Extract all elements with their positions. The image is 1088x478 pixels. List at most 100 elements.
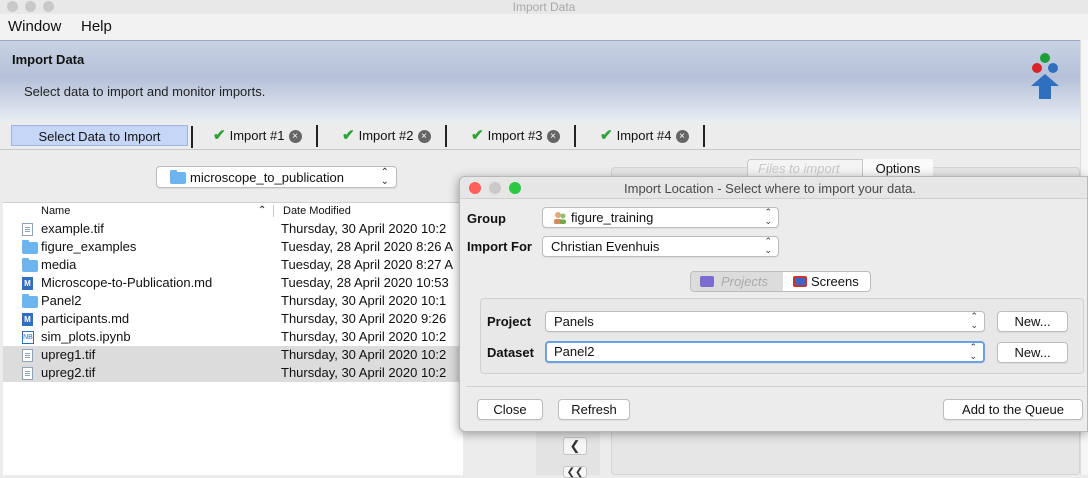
remove-from-queue-button[interactable]: ❮ (563, 437, 587, 455)
import-for-select-value: Christian Evenhuis (551, 239, 660, 254)
file-name: sim_plots.ipynb (41, 329, 131, 344)
file-icon (22, 223, 33, 236)
list-item[interactable]: upreg2.tif Thursday, 30 April 2020 10:2 (3, 364, 463, 382)
project-select[interactable]: Panels ⌃ ⌄ (545, 311, 985, 332)
list-item[interactable]: media Tuesday, 28 April 2020 8:27 A (3, 256, 463, 274)
import-location-dialog: Import Location - Select where to import… (459, 176, 1088, 432)
close-dialog-icon[interactable] (469, 182, 481, 194)
tab-label: Select Data to Import (38, 129, 161, 144)
minimize-window-icon[interactable] (25, 1, 36, 12)
remove-all-button[interactable]: ❮❮ (563, 466, 587, 478)
group-select[interactable]: figure_training ⌃ ⌄ (542, 207, 779, 228)
dialog-title: Import Location - Select where to import… (624, 181, 916, 196)
window-title-bar: Import Data (0, 0, 1088, 14)
import-for-label: Import For (467, 239, 532, 254)
chevron-updown-icon: ⌃ ⌄ (764, 236, 772, 255)
list-item[interactable]: M Microscope-to-Publication.md Tuesday, … (3, 274, 463, 292)
check-icon: ✔ (213, 127, 226, 144)
list-item[interactable]: figure_examples Tuesday, 28 April 2020 8… (3, 238, 463, 256)
folder-select-value: microscope_to_publication (190, 170, 344, 185)
file-date: Thursday, 30 April 2020 9:26 (281, 311, 447, 326)
sort-ascending-icon[interactable]: ⌃ (258, 203, 266, 219)
projects-folder-icon (700, 276, 714, 287)
list-item[interactable]: M participants.md Thursday, 30 April 202… (3, 310, 463, 328)
list-item[interactable]: NB sim_plots.ipynb Thursday, 30 April 20… (3, 328, 463, 346)
column-header-date[interactable]: Date Modified (283, 203, 351, 219)
import-tabs-bar: Select Data to Import ✔ Import #1 × ✔ Impor… (0, 122, 1088, 150)
tab-screens-label: Screens (811, 274, 859, 289)
file-date: Thursday, 30 April 2020 10:2 (281, 365, 447, 380)
file-date: Thursday, 30 April 2020 10:2 (281, 347, 447, 362)
close-window-icon[interactable] (7, 1, 18, 12)
dialog-divider (466, 386, 1086, 387)
close-tab-icon[interactable]: × (417, 130, 431, 143)
check-icon: ✔ (600, 127, 613, 144)
tab-label: Import #1 (229, 128, 285, 143)
tab-import-3[interactable]: ✔ Import #3 × (471, 125, 576, 147)
tab-files-to-import[interactable]: Files to import (758, 161, 840, 176)
file-icon (22, 367, 33, 380)
tab-projects[interactable]: Projects (691, 272, 783, 291)
file-name: upreg1.tif (41, 347, 96, 362)
zoom-dialog-icon[interactable] (509, 182, 521, 194)
markdown-icon: M (22, 313, 33, 326)
file-name: figure_examples (41, 239, 137, 254)
file-date: Tuesday, 28 April 2020 8:27 A (281, 257, 454, 272)
folder-icon (22, 294, 38, 308)
file-name: Panel2 (41, 293, 82, 308)
file-date: Thursday, 30 April 2020 10:1 (281, 293, 447, 308)
column-divider[interactable] (273, 205, 274, 217)
group-users-icon (554, 212, 566, 224)
file-name: Microscope-to-Publication.md (41, 275, 213, 290)
tab-screens[interactable]: Screens (784, 272, 870, 291)
dataset-label: Dataset (487, 345, 534, 360)
tab-select-data[interactable]: Select Data to Import (11, 125, 193, 148)
zoom-window-icon[interactable] (43, 1, 54, 12)
refresh-button[interactable]: Refresh (558, 399, 630, 420)
tab-import-2[interactable]: ✔ Import #2 × (342, 125, 447, 147)
add-to-queue-button[interactable]: Add to the Queue (943, 399, 1083, 420)
chevron-updown-icon: ⌃ ⌄ (970, 311, 978, 330)
list-item[interactable]: upreg1.tif Thursday, 30 April 2020 10:2 (3, 346, 463, 364)
project-select-value: Panels (554, 314, 594, 329)
file-date: Thursday, 30 April 2020 10:2 (281, 329, 447, 344)
import-for-select[interactable]: Christian Evenhuis ⌃ ⌄ (542, 236, 779, 257)
new-project-button[interactable]: New... (997, 311, 1068, 332)
notebook-icon: NB (22, 331, 34, 344)
tab-import-4[interactable]: ✔ Import #4 × (600, 125, 705, 147)
window-title: Import Data (512, 0, 576, 14)
tab-separator (574, 125, 576, 147)
check-icon: ✔ (471, 127, 484, 144)
close-tab-icon[interactable]: × (288, 130, 302, 143)
file-date: Tuesday, 28 April 2020 8:26 A (281, 239, 454, 254)
dataset-select[interactable]: Panel2 ⌃ ⌄ (545, 341, 985, 363)
menu-window[interactable]: Window (8, 18, 61, 35)
menu-help[interactable]: Help (81, 18, 112, 35)
close-tab-icon[interactable]: × (675, 130, 689, 143)
new-dataset-button[interactable]: New... (997, 342, 1068, 363)
header-banner: Import Data Select data to import and mo… (0, 40, 1088, 122)
column-header-name[interactable]: Name (41, 203, 70, 219)
file-date: Tuesday, 28 April 2020 10:53 (281, 275, 449, 290)
group-label: Group (467, 211, 506, 226)
tab-label: Import #4 (616, 128, 672, 143)
tab-import-1[interactable]: ✔ Import #1 × (213, 125, 318, 147)
tab-separator (703, 125, 705, 147)
omero-logo-icon (1031, 53, 1059, 99)
file-name: participants.md (41, 311, 130, 326)
minimize-dialog-icon[interactable] (489, 182, 501, 194)
folder-select[interactable]: microscope_to_publication ⌃ ⌄ (156, 166, 397, 188)
close-button[interactable]: Close (477, 399, 543, 420)
list-item[interactable]: example.tif Thursday, 30 April 2020 10:2 (3, 220, 463, 238)
file-date: Thursday, 30 April 2020 10:2 (281, 221, 447, 236)
banner-title: Import Data (12, 52, 85, 67)
list-item[interactable]: Panel2 Thursday, 30 April 2020 10:1 (3, 292, 463, 310)
tab-label: Import #3 (487, 128, 543, 143)
project-label: Project (487, 314, 532, 329)
menu-bar: Window Help (0, 14, 1088, 40)
close-tab-icon[interactable]: × (546, 130, 560, 143)
file-name: media (41, 257, 77, 272)
tab-separator (316, 125, 318, 147)
banner-subtitle: Select data to import and monitor import… (24, 84, 266, 99)
projects-screens-toggle: Projects Screens (690, 271, 871, 292)
